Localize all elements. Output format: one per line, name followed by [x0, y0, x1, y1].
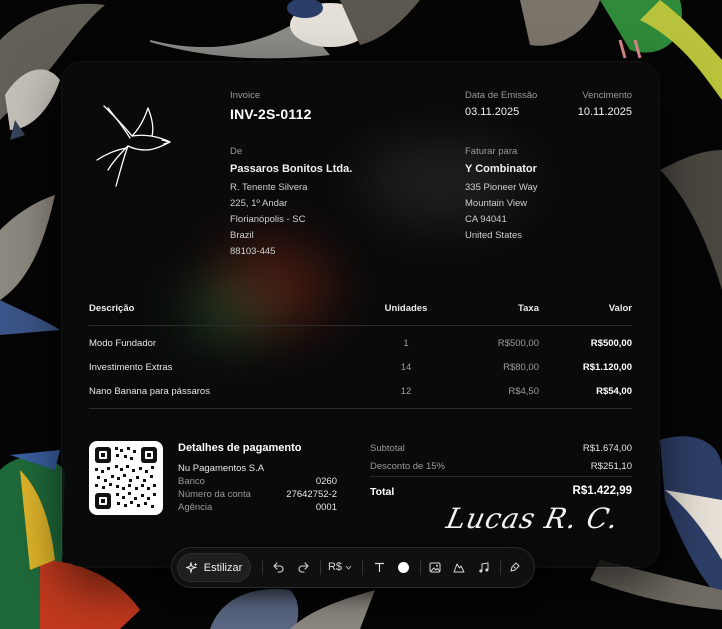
subtotal-value: R$1.674,00 [582, 443, 632, 454]
from-address[interactable]: R. Tenente Silvera 225, 1º Andar Florian… [230, 180, 307, 260]
invoice-label: Invoice [230, 90, 261, 101]
row-description: Investimento Extras [89, 362, 173, 373]
redo-button[interactable] [294, 558, 312, 576]
text-button[interactable] [370, 558, 388, 576]
toolbar-separator [362, 560, 363, 575]
bill-to-address[interactable]: 335 Pioneer Way Mountain View CA 94041 U… [465, 180, 538, 244]
row-units: 1 [403, 338, 409, 349]
bird-right-middle [660, 150, 722, 290]
row-rate: R$80,00 [503, 362, 539, 373]
from-address-line: Florianópolis - SC [230, 214, 306, 225]
toolbar-separator [320, 560, 321, 575]
row-units: 12 [400, 386, 412, 397]
bird-left-middle [0, 195, 60, 335]
row-units: 14 [400, 362, 412, 373]
totals-divider [370, 476, 632, 477]
row-rate: R$500,00 [497, 338, 539, 349]
issue-date[interactable]: 03.11.2025 [465, 106, 519, 118]
table-header-units: Unidades [384, 303, 428, 314]
payment-title: Detalhes de pagamento [178, 442, 302, 454]
image-button[interactable] [426, 558, 444, 576]
bill-to-address-line: 335 Pioneer Way [465, 182, 538, 193]
row-description: Nano Banana para pássaros [89, 386, 210, 397]
sign-button[interactable] [506, 558, 524, 576]
from-address-line: 88103-445 [230, 246, 276, 257]
blur-glow-green [182, 282, 272, 342]
invoice-number[interactable]: INV-2S-0112 [230, 106, 312, 122]
toolbar-separator [500, 560, 501, 575]
total-value: R$1.422,99 [572, 485, 632, 497]
total-label: Total [370, 486, 395, 498]
discount-label[interactable]: Desconto de 15% [370, 461, 445, 472]
signature[interactable]: Lucas R. C. [443, 502, 621, 535]
subtotal-label: Subtotal [370, 443, 405, 454]
currency-label: R$ [327, 561, 343, 573]
bill-to-label: Faturar para [465, 146, 518, 157]
from-address-line: R. Tenente Silvera [230, 182, 308, 193]
account-label: Número da conta [178, 489, 251, 500]
sparkle-icon [185, 561, 198, 574]
table-header-description: Descrição [89, 303, 135, 314]
bill-to-address-line: CA 94041 [465, 214, 507, 225]
table-divider [89, 325, 632, 326]
from-company[interactable]: Passaros Bonitos Ltda. [230, 163, 352, 175]
shape-icon [453, 563, 465, 572]
editor-toolbar: Estilizar R$ [172, 548, 534, 587]
bill-to-company[interactable]: Y Combinator [465, 163, 537, 175]
bill-to-address-line: Mountain View [465, 198, 528, 209]
agency-number[interactable]: 0001 [257, 502, 337, 513]
table-header-rate: Taxa [518, 303, 539, 314]
bird-top-center [150, 0, 420, 59]
row-amount: R$500,00 [590, 338, 632, 349]
bank-code[interactable]: 0260 [257, 476, 337, 487]
redo-icon [298, 562, 309, 573]
toolbar-separator [262, 560, 263, 575]
style-button[interactable]: Estilizar [178, 554, 250, 581]
undo-button[interactable] [270, 558, 288, 576]
agency-label: Agência [178, 502, 213, 513]
from-address-line: Brazil [230, 230, 254, 241]
color-dot-icon [397, 561, 409, 573]
shape-button[interactable] [450, 558, 468, 576]
chevron-down-icon [345, 565, 352, 570]
image-icon [429, 562, 441, 572]
due-date-label: Vencimento [582, 90, 632, 101]
from-address-line: 225, 1º Andar [230, 198, 288, 209]
style-button-label: Estilizar [203, 561, 243, 574]
invoice-card: Invoice INV-2S-0112 Data de Emissão 03.1… [62, 62, 659, 567]
account-number[interactable]: 27642752-2 [257, 489, 337, 500]
qr-code-icon [95, 447, 157, 509]
toolbar-separator [420, 560, 421, 575]
bank-name[interactable]: Nu Pagamentos S.A [178, 463, 264, 474]
undo-icon [273, 562, 284, 573]
pen-tool-icon [510, 562, 520, 572]
qr-code [89, 441, 163, 515]
color-button[interactable] [394, 558, 412, 576]
bank-label: Banco [178, 476, 205, 487]
bird-bottom-center [210, 589, 375, 629]
row-amount: R$54,00 [596, 386, 632, 397]
row-description: Modo Fundador [89, 338, 157, 349]
text-icon [374, 562, 384, 572]
bill-to-address-line: United States [465, 230, 523, 241]
row-rate: R$4,50 [508, 386, 539, 397]
swallow-logo-icon [96, 105, 171, 187]
table-header-amount: Valor [608, 303, 632, 314]
currency-select[interactable]: R$ [326, 558, 354, 576]
table-divider [89, 408, 632, 409]
row-amount: R$1.120,00 [582, 362, 632, 373]
issue-date-label: Data de Emissão [465, 90, 538, 101]
music-icon [478, 561, 488, 572]
discount-value: R$251,10 [590, 461, 632, 472]
from-label: De [230, 146, 243, 157]
music-button[interactable] [474, 558, 492, 576]
due-date[interactable]: 10.11.2025 [532, 106, 632, 118]
